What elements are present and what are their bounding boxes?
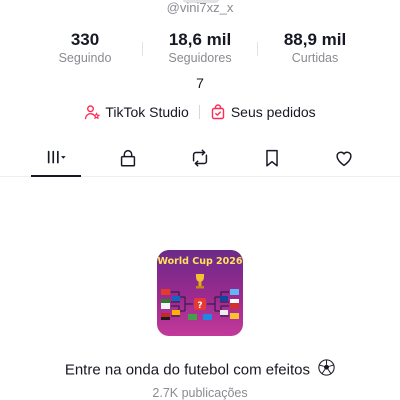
promo-caption-text: Entre na onda do futebol com efeitos <box>64 361 310 379</box>
profile-tabs <box>0 140 400 177</box>
tab-videos[interactable] <box>31 140 81 177</box>
stat-followers-value: 18,6 mil <box>168 30 232 49</box>
tab-favorites[interactable] <box>247 140 297 176</box>
stat-following-value: 330 <box>70 30 100 49</box>
link-divider <box>198 105 200 119</box>
stat-divider <box>257 42 258 56</box>
stat-following-label: Seguindo <box>58 51 112 65</box>
stat-divider <box>142 42 143 56</box>
studio-person-icon <box>85 105 101 120</box>
tab-liked[interactable] <box>319 140 369 176</box>
tab-private[interactable] <box>103 140 153 176</box>
tiktok-studio-link[interactable]: TikTok Studio <box>84 104 189 120</box>
tab-reposts[interactable] <box>175 140 225 176</box>
stat-likes[interactable]: 88,9 mil Curtidas <box>270 30 360 66</box>
stat-following[interactable]: 330 Seguindo <box>40 30 130 66</box>
orders-link[interactable]: Seus pedidos <box>210 104 316 120</box>
shopping-bag-icon <box>211 104 225 120</box>
grid-icon <box>47 150 66 164</box>
orders-label: Seus pedidos <box>230 104 316 120</box>
world-cup-effect-image[interactable]: World Cup 2026 ? <box>157 250 243 336</box>
lock-icon <box>120 149 136 167</box>
stat-likes-label: Curtidas <box>291 51 339 65</box>
heart-icon <box>336 151 352 167</box>
soccer-ball-icon <box>318 359 335 382</box>
repost-icon <box>192 149 208 167</box>
profile-links: TikTok Studio Seus pedidos <box>0 104 400 120</box>
profile-bio: 7 <box>196 75 204 91</box>
profile-stats: 330 Seguindo 18,6 mil Seguidores 88,9 mi… <box>40 30 360 66</box>
profile-username[interactable]: @vini7xz_x <box>0 0 400 16</box>
world-cup-title: World Cup 2026 <box>157 256 243 267</box>
svg-text:?: ? <box>197 301 202 311</box>
stat-likes-value: 88,9 mil <box>283 30 347 49</box>
stat-followers[interactable]: 18,6 mil Seguidores <box>155 30 245 66</box>
tiktok-studio-label: TikTok Studio <box>105 104 189 120</box>
stat-followers-label: Seguidores <box>168 51 232 65</box>
bookmark-icon <box>266 149 278 167</box>
tournament-bracket-icon: ? <box>161 274 239 320</box>
promo-count: 2.7K publicações <box>152 386 248 400</box>
promo-caption[interactable]: Entre na onda do futebol com efeitos <box>0 359 400 382</box>
